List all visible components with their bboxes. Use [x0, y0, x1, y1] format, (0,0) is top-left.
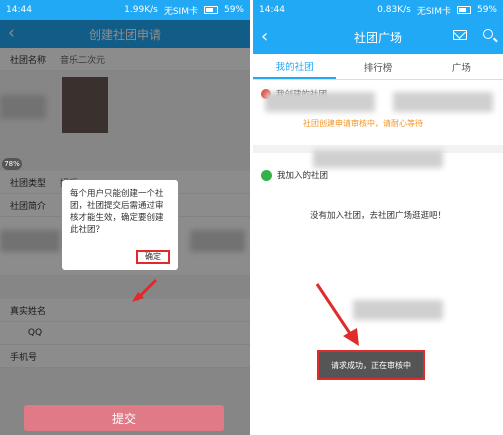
status-speed: 1.99K/s [124, 5, 158, 15]
joined-club-icon [261, 169, 272, 181]
arrow-pointer-icon [132, 278, 158, 302]
tab-bar: 我的社团 排行榜 广场 [253, 54, 503, 80]
blurred-region [393, 92, 493, 112]
status-time: 14:44 [259, 5, 285, 15]
nav-bar: ‹ 社团广场 [253, 20, 503, 54]
screenshot-root: 14:44 1.99K/s 无SIM卡 59% ‹ 创建社团申请 社团名称 音乐… [0, 0, 503, 435]
search-icon[interactable] [483, 29, 493, 39]
success-toast: 请求成功，正在审核中 [317, 350, 425, 380]
confirm-dialog: 每个用户只能创建一个社团，社团提交后需通过审核才能生效，确定要创建此社团？ 确定 [62, 180, 178, 270]
create-club-screen: 14:44 1.99K/s 无SIM卡 59% ‹ 创建社团申请 社团名称 音乐… [0, 0, 250, 435]
status-time: 14:44 [6, 5, 32, 15]
page-title: 社团广场 [353, 30, 402, 45]
joined-clubs-header: 我加入的社团 [253, 167, 503, 183]
dialog-message: 每个用户只能创建一个社团，社团提交后需通过审核才能生效，确定要创建此社团？ [70, 189, 164, 235]
status-carrier: 无SIM卡 [416, 6, 451, 17]
status-battery: 59% [476, 5, 497, 15]
status-bar: 14:44 0.83K/s 无SIM卡 59% [253, 0, 503, 20]
battery-icon [456, 6, 471, 14]
blurred-region [313, 150, 443, 168]
submit-button[interactable]: 提交 [24, 405, 224, 431]
mail-icon[interactable] [453, 30, 467, 40]
tab-ranking[interactable]: 排行榜 [336, 54, 419, 79]
status-speed: 0.83K/s [377, 5, 411, 15]
joined-clubs-label: 我加入的社团 [277, 171, 329, 181]
progress-badge: 78% [2, 158, 22, 170]
tab-plaza[interactable]: 广场 [420, 54, 503, 79]
tab-my-clubs[interactable]: 我的社团 [253, 54, 337, 79]
status-battery: 59% [223, 5, 244, 15]
blurred-region [353, 300, 443, 320]
club-plaza-screen: 14:44 0.83K/s 无SIM卡 59% ‹ 社团广场 我的社团 排行榜 … [253, 0, 503, 435]
pending-review-notice: 社团创建申请审核中，请耐心等待 [303, 119, 423, 128]
battery-icon [203, 6, 218, 14]
empty-state-text[interactable]: 没有加入社团，去社团广场逛逛吧！ [253, 209, 503, 221]
confirm-button[interactable]: 确定 [136, 250, 170, 264]
arrow-pointer-icon [315, 283, 359, 346]
status-bar: 14:44 1.99K/s 无SIM卡 59% [0, 0, 250, 20]
back-arrow-icon[interactable]: ‹ [261, 26, 268, 47]
status-carrier: 无SIM卡 [163, 6, 198, 17]
blurred-region [265, 92, 375, 112]
